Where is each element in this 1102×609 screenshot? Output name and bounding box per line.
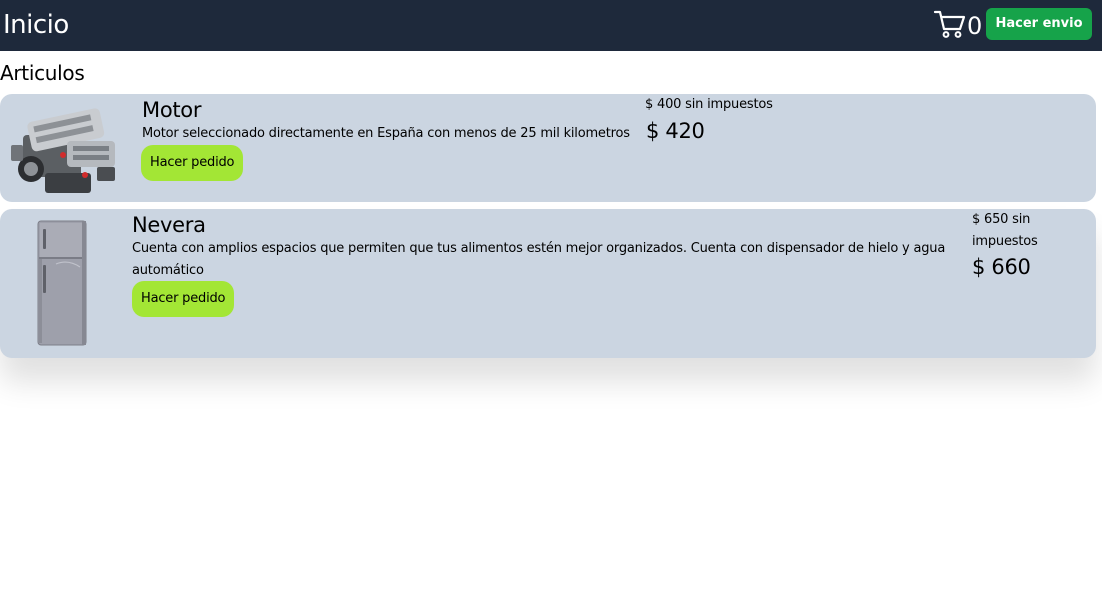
page-title[interactable]: Inicio (3, 8, 69, 42)
product-description: Cuenta con amplios espacios que permiten… (132, 241, 946, 278)
send-button[interactable]: Hacer envio (986, 8, 1092, 40)
product-card: Motor Motor seleccionado directamente en… (0, 94, 1096, 202)
cart-icon[interactable] (933, 9, 967, 39)
product-name: Motor (142, 98, 202, 122)
section-title: Articulos (0, 61, 85, 85)
product-name: Nevera (132, 213, 206, 237)
navbar: Inicio 0 Hacer envio (0, 0, 1102, 51)
price-before-tax: $ 650 sin impuestos (972, 212, 1038, 249)
fridge-image (37, 220, 87, 346)
price: $ 420 (646, 119, 705, 143)
cart-count: 0 (967, 12, 983, 40)
order-button[interactable]: Hacer pedido (141, 145, 244, 181)
product-card: Nevera Cuenta con amplios espacios que p… (0, 209, 1096, 358)
engine-image (11, 108, 115, 193)
price: $ 660 (972, 255, 1031, 279)
price-before-tax: $ 400 sin impuestos (645, 97, 773, 112)
order-button[interactable]: Hacer pedido (132, 281, 235, 317)
product-description: Motor seleccionado directamente en Españ… (142, 126, 630, 141)
